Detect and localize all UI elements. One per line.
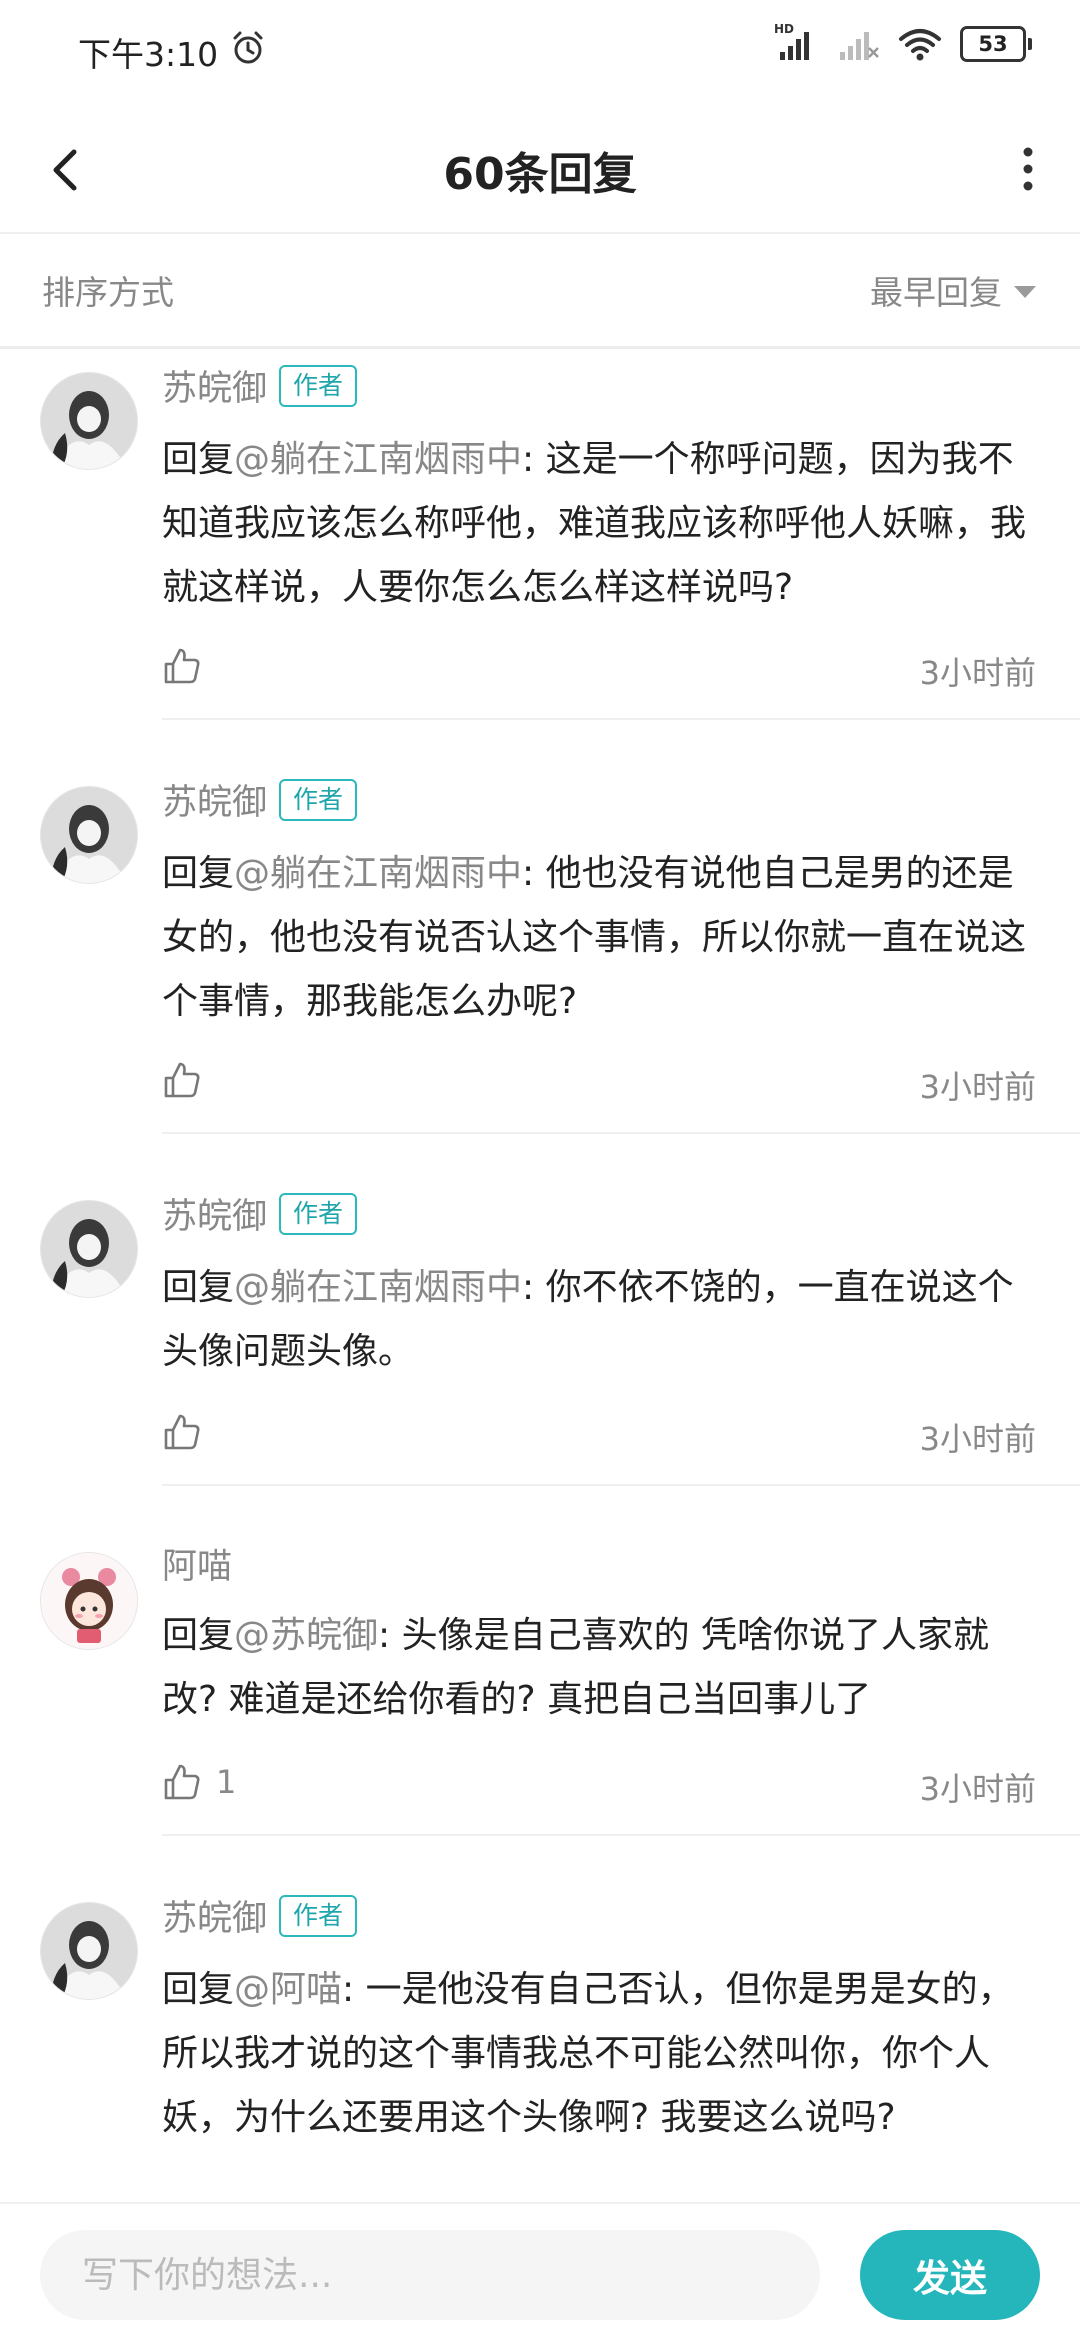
reply-item: 苏皖御 作者 回复@阿喵: 一是他没有自己否认，但你是男是女的，所以我才说的这个…	[0, 1836, 1080, 2202]
like-count: 1	[216, 1763, 237, 1801]
thumbs-up-icon	[164, 1414, 200, 1450]
username[interactable]: 苏皖御	[162, 1188, 267, 1239]
like-button[interactable]	[162, 646, 216, 686]
reply-content[interactable]: 回复@躺在江南烟雨中: 他也没有说他自己是男的还是女的，他也没有说否认这个事情，…	[162, 842, 1032, 1034]
sort-label: 排序方式	[42, 273, 174, 312]
avatar[interactable]	[40, 786, 138, 884]
thumbs-up-icon	[164, 1062, 200, 1098]
alarm-clock-icon	[233, 31, 263, 64]
caret-down-icon	[1014, 286, 1036, 298]
avatar[interactable]	[40, 1200, 138, 1298]
like-button[interactable]: 1	[162, 1762, 236, 1802]
author-badge: 作者	[279, 1894, 358, 1937]
nav-bar: 60条回复	[0, 100, 1080, 234]
reply-time: 3小时前	[919, 654, 1036, 692]
page-title: 60条回复	[443, 149, 637, 200]
mention-link[interactable]: @躺在江南烟雨中	[234, 1267, 522, 1308]
avatar[interactable]	[40, 1902, 138, 2000]
thumbs-up-icon	[164, 648, 200, 684]
reply-content[interactable]: 回复@躺在江南烟雨中: 你不依不饶的，一直在说这个头像问题头像。	[162, 1256, 1032, 1384]
reply-prefix: 回复	[162, 1615, 235, 1656]
signal-no-service-icon	[840, 32, 879, 60]
author-badge: 作者	[279, 778, 358, 821]
avatar[interactable]	[40, 372, 138, 470]
reply-item: 苏皖御 作者 回复@躺在江南烟雨中: 他也没有说他自己是男的还是女的，他也没有说…	[0, 720, 1080, 1134]
status-icons: HD 53	[774, 22, 1032, 62]
username[interactable]: 苏皖御	[162, 360, 267, 411]
reply-list[interactable]: 苏皖御 作者 回复@躺在江南烟雨中: 这是一个称呼问题，因为我不知道我应该怎么称…	[0, 350, 1080, 2202]
reply-header: 苏皖御 作者	[162, 360, 358, 411]
author-badge: 作者	[279, 1192, 358, 1235]
comment-composer: 发送	[0, 2202, 1080, 2342]
comment-input[interactable]	[40, 2230, 820, 2320]
thumbs-up-icon	[164, 1764, 200, 1800]
reply-time: 3小时前	[919, 1068, 1036, 1106]
status-time: 下午3:10	[78, 35, 219, 74]
reply-prefix: 回复	[162, 439, 235, 480]
reply-prefix: 回复	[162, 1969, 235, 2010]
reply-prefix: 回复	[162, 1267, 235, 1308]
sort-selected-value: 最早回复	[870, 273, 1002, 312]
sort-bar: 排序方式 最早回复	[0, 234, 1080, 349]
send-button[interactable]: 发送	[860, 2230, 1040, 2320]
sort-order-dropdown[interactable]: 最早回复	[870, 266, 1036, 314]
mention-link[interactable]: @苏皖御	[234, 1615, 378, 1656]
reply-header: 苏皖御 作者	[162, 1890, 358, 1941]
battery-icon: 53	[960, 26, 1032, 62]
reply-item: 苏皖御 作者 回复@躺在江南烟雨中: 这是一个称呼问题，因为我不知道我应该怎么称…	[0, 350, 1080, 720]
like-button[interactable]	[162, 1412, 216, 1452]
author-badge: 作者	[279, 364, 358, 407]
reply-time: 3小时前	[919, 1420, 1036, 1458]
avatar[interactable]	[40, 1552, 138, 1650]
username[interactable]: 苏皖御	[162, 1890, 267, 1941]
reply-header: 苏皖御 作者	[162, 1188, 358, 1239]
reply-header: 阿喵	[162, 1538, 232, 1589]
mention-link[interactable]: @阿喵	[234, 1969, 342, 2010]
reply-item: 苏皖御 作者 回复@躺在江南烟雨中: 你不依不饶的，一直在说这个头像问题头像。 …	[0, 1134, 1080, 1486]
reply-prefix: 回复	[162, 853, 235, 894]
reply-time: 3小时前	[919, 1770, 1036, 1808]
more-options-icon[interactable]	[1016, 144, 1040, 194]
reply-item: 阿喵 回复@苏皖御: 头像是自己喜欢的 凭啥你说了人家就改? 难道是还给你看的?…	[0, 1486, 1080, 1836]
reply-header: 苏皖御 作者	[162, 774, 358, 825]
battery-level: 53	[960, 26, 1026, 62]
signal-hd-icon: HD	[774, 22, 818, 62]
mention-link[interactable]: @躺在江南烟雨中	[234, 853, 522, 894]
username[interactable]: 阿喵	[162, 1538, 232, 1589]
wifi-icon	[899, 29, 941, 61]
reply-content[interactable]: 回复@躺在江南烟雨中: 这是一个称呼问题，因为我不知道我应该怎么称呼他，难道我应…	[162, 428, 1032, 620]
status-bar: 下午3:10 HD 53	[0, 0, 1080, 100]
reply-content[interactable]: 回复@苏皖御: 头像是自己喜欢的 凭啥你说了人家就改? 难道是还给你看的? 真把…	[162, 1604, 1032, 1732]
username[interactable]: 苏皖御	[162, 774, 267, 825]
mention-link[interactable]: @躺在江南烟雨中	[234, 439, 522, 480]
reply-content[interactable]: 回复@阿喵: 一是他没有自己否认，但你是男是女的，所以我才说的这个事情我总不可能…	[162, 1958, 1032, 2150]
like-button[interactable]	[162, 1060, 216, 1100]
